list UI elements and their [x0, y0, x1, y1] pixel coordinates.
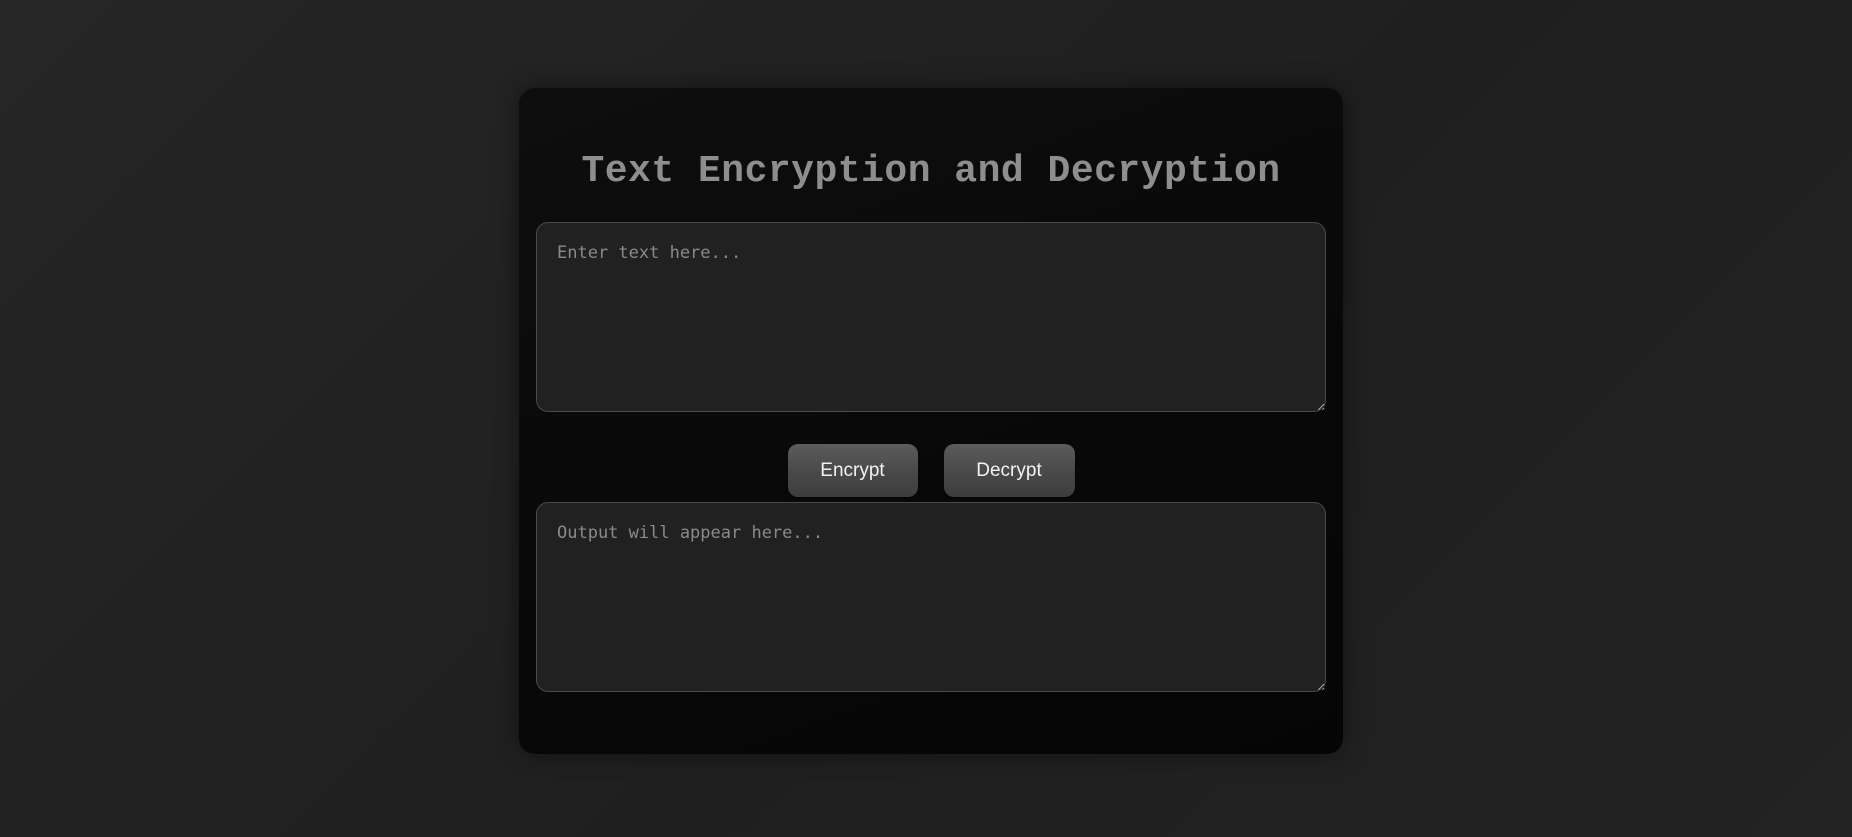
input-textarea[interactable]: [536, 222, 1326, 412]
decrypt-button[interactable]: Decrypt: [943, 444, 1075, 497]
encryption-card: Text Encryption and Decryption Encrypt D…: [519, 88, 1343, 754]
encrypt-button[interactable]: Encrypt: [787, 444, 918, 497]
action-buttons: Encrypt Decrypt: [519, 444, 1343, 497]
page-title: Text Encryption and Decryption: [581, 150, 1281, 193]
output-textarea[interactable]: [536, 502, 1326, 692]
